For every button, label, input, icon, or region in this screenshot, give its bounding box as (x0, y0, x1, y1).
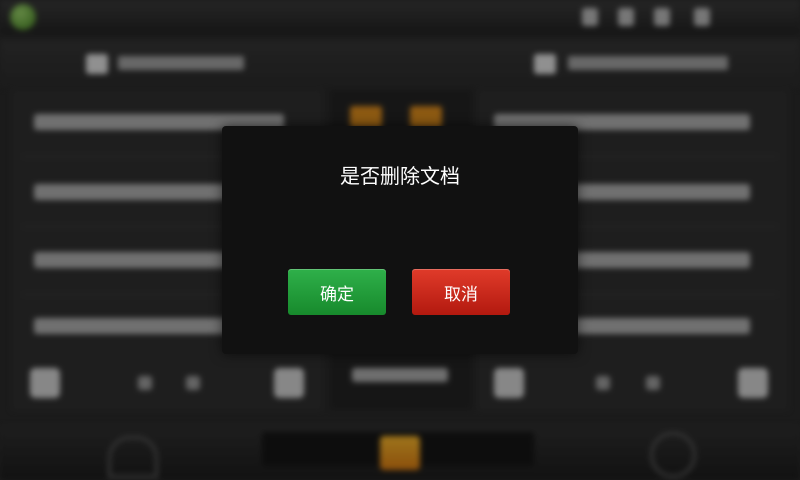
confirm-dialog: 是否删除文档 确定 取消 (222, 126, 578, 354)
cancel-button[interactable]: 取消 (412, 269, 510, 315)
confirm-button[interactable]: 确定 (288, 269, 386, 315)
dialog-title: 是否删除文档 (340, 164, 460, 188)
